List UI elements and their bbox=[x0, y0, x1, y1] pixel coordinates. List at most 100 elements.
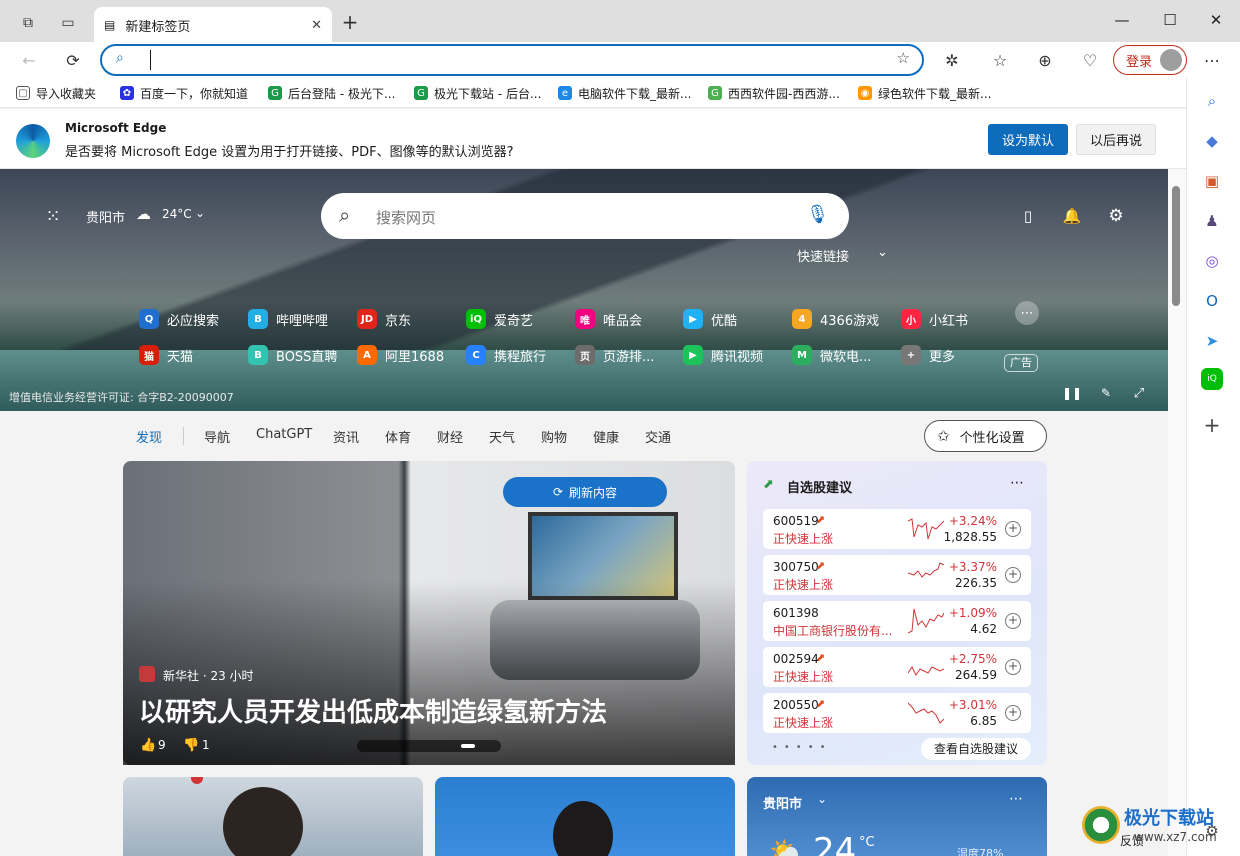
scrollbar-thumb[interactable] bbox=[1172, 186, 1180, 306]
chevron-down-icon[interactable]: ⌄ bbox=[195, 206, 205, 220]
set-default-button[interactable]: 设为默认 bbox=[988, 124, 1068, 155]
hero-temp[interactable]: 24°C bbox=[162, 207, 192, 221]
quick-link-tile[interactable]: Q 必应搜索 bbox=[139, 307, 219, 331]
weather-more-icon[interactable]: ⋯ bbox=[1009, 791, 1023, 807]
quick-link-tile[interactable]: C 携程旅行 bbox=[466, 343, 546, 367]
iqiyi-icon[interactable]: iQ bbox=[1201, 368, 1223, 390]
new-tab-button[interactable]: + bbox=[338, 10, 362, 34]
tab-actions-icon[interactable]: ▭ bbox=[54, 9, 82, 37]
nav-discover[interactable]: 发现 bbox=[136, 427, 162, 446]
quick-link-tile[interactable]: 小小红书 bbox=[901, 307, 968, 331]
bookmark-item[interactable]: G 西西软件园-西西游... bbox=[708, 84, 840, 102]
quick-link-tile[interactable]: B BOSS直聘 bbox=[248, 343, 337, 367]
nav-item[interactable]: 导航 bbox=[204, 427, 230, 446]
browser-essentials-icon[interactable]: ♡ bbox=[1075, 46, 1105, 74]
apps-grid-icon[interactable]: ⁙ bbox=[40, 203, 66, 229]
quick-link-tile[interactable]: ▶ 优酷 bbox=[683, 307, 737, 331]
microphone-icon[interactable]: 🎙 bbox=[806, 204, 829, 225]
nav-item[interactable]: ChatGPT bbox=[256, 427, 312, 442]
personalize-button[interactable]: ✩ 个性化设置 bbox=[924, 420, 1047, 452]
collections-icon[interactable]: ⊕ bbox=[1030, 46, 1060, 74]
nav-item[interactable]: 健康 bbox=[593, 427, 619, 446]
back-icon[interactable]: ← bbox=[14, 46, 44, 74]
quick-links-label[interactable]: 快速链接 bbox=[797, 246, 849, 265]
address-bar[interactable]: ⌕ ☆ bbox=[100, 44, 924, 76]
quick-link-tile[interactable]: B 哔哩哔哩 bbox=[248, 307, 328, 331]
quick-link-tile[interactable]: ▶ 腾讯视频 bbox=[683, 343, 763, 367]
more-tiles-icon[interactable]: ⋯ bbox=[1015, 301, 1039, 325]
stock-row[interactable]: 002594 ⬈ 正快速上涨 +2.75% 264.59 + bbox=[763, 647, 1031, 687]
outlook-icon[interactable]: O bbox=[1198, 288, 1226, 314]
quick-link-tile[interactable]: 页页游排... bbox=[575, 343, 654, 367]
license-text[interactable]: 增值电信业务经营许可证: 合字B2-20090007 bbox=[9, 389, 234, 405]
copilot-icon[interactable]: ◎ bbox=[1198, 248, 1226, 274]
stock-row[interactable]: 200550 ⬈ 正快速上涨 +3.01% 6.85 + bbox=[763, 693, 1031, 733]
workspaces-icon[interactable]: ⧉ bbox=[14, 9, 42, 37]
expand-icon[interactable]: ⤢ bbox=[1130, 384, 1148, 402]
add-favorite-icon[interactable]: ☆ bbox=[897, 49, 910, 67]
web-search-box[interactable]: ⌕ 搜索网页 🎙 bbox=[321, 193, 849, 239]
nav-item[interactable]: 资讯 bbox=[333, 427, 359, 446]
shopping-tag-icon[interactable]: ◆ bbox=[1198, 128, 1226, 154]
tab-new[interactable]: ▤ 新建标签页 ✕ bbox=[94, 7, 332, 43]
quick-link-tile[interactable]: JD 京东 bbox=[357, 307, 411, 331]
send-icon[interactable]: ➤ bbox=[1198, 328, 1226, 354]
login-button[interactable]: 登录 bbox=[1113, 45, 1187, 75]
stock-row[interactable]: 600519 ⬈ 正快速上涨 +3.24% 1,828.55 + bbox=[763, 509, 1031, 549]
nav-item[interactable]: 天气 bbox=[489, 427, 515, 446]
bookmark-item[interactable]: G 极光下载站 - 后台... bbox=[414, 84, 541, 102]
tools-icon[interactable]: ▣ bbox=[1198, 168, 1226, 194]
weather-card[interactable]: 贵阳市 ⌄ ⋯ ⛅ 24 °C 湿度78% bbox=[747, 777, 1047, 856]
add-stock-icon[interactable]: + bbox=[1005, 705, 1021, 721]
stock-row[interactable]: 601398 中国工商银行股份有... +1.09% 4.62 + bbox=[763, 601, 1031, 641]
chevron-down-icon[interactable]: ⌄ bbox=[817, 792, 827, 806]
add-stock-icon[interactable]: + bbox=[1005, 521, 1021, 537]
favorites-icon[interactable]: ☆ bbox=[985, 46, 1015, 74]
close-window-button[interactable]: ✕ bbox=[1192, 0, 1240, 40]
feature-headline[interactable]: 以研究人员开发出低成本制造绿氢新方法 bbox=[139, 692, 607, 729]
bookmark-item[interactable]: G 后台登陆 - 极光下... bbox=[268, 84, 395, 102]
quick-link-tile[interactable]: A 阿里1688 bbox=[357, 343, 444, 367]
like-icon[interactable]: 👍 bbox=[140, 738, 156, 753]
bookmark-import[interactable]: ▢ 导入收藏夹 bbox=[16, 84, 96, 102]
nav-item[interactable]: 交通 bbox=[645, 427, 671, 446]
later-button[interactable]: 以后再说 bbox=[1076, 124, 1156, 155]
add-stock-icon[interactable]: + bbox=[1005, 567, 1021, 583]
stock-row[interactable]: 300750 ⬈ 正快速上涨 +3.37% 226.35 + bbox=[763, 555, 1031, 595]
news-source[interactable]: 新华社 · 23 小时 bbox=[163, 667, 254, 684]
search-input[interactable]: 搜索网页 bbox=[376, 207, 436, 228]
bookmark-item[interactable]: ◉ 绿色软件下载_最新... bbox=[858, 84, 991, 102]
quick-link-tile[interactable]: 猫天猫 bbox=[139, 343, 193, 367]
address-input[interactable] bbox=[150, 50, 850, 70]
games-icon[interactable]: ♟ bbox=[1198, 208, 1226, 234]
add-stock-icon[interactable]: + bbox=[1005, 659, 1021, 675]
refresh-content-button[interactable]: ⟳ 刷新内容 bbox=[503, 477, 667, 507]
nav-item[interactable]: 体育 bbox=[385, 427, 411, 446]
dislike-icon[interactable]: 👎 bbox=[183, 738, 199, 753]
view-stocks-button[interactable]: 查看自选股建议 bbox=[921, 738, 1031, 760]
minimize-button[interactable]: — bbox=[1098, 0, 1146, 40]
stocks-more-icon[interactable]: ⋯ bbox=[1010, 475, 1024, 491]
quick-link-tile[interactable]: 唯唯品会 bbox=[575, 307, 642, 331]
phone-icon[interactable]: ▯ bbox=[1016, 204, 1040, 228]
more-menu-icon[interactable]: ⋯ bbox=[1197, 46, 1227, 74]
news-card[interactable] bbox=[123, 777, 423, 856]
carousel-dots[interactable] bbox=[357, 740, 501, 752]
nav-item[interactable]: 购物 bbox=[541, 427, 567, 446]
stock-page-dots[interactable]: ••••• bbox=[772, 742, 832, 753]
search-icon[interactable]: ⌕ bbox=[1198, 88, 1226, 114]
bookmark-item[interactable]: e 电脑软件下载_最新... bbox=[558, 84, 691, 102]
quick-link-tile[interactable]: iQ 爱奇艺 bbox=[466, 307, 533, 331]
pause-icon[interactable]: ❚❚ bbox=[1062, 384, 1082, 402]
news-card[interactable] bbox=[435, 777, 735, 856]
settings-icon[interactable]: ⚙ bbox=[1104, 204, 1128, 228]
notifications-icon[interactable]: 🔔 bbox=[1060, 204, 1084, 228]
hero-city[interactable]: 贵阳市 bbox=[86, 207, 125, 226]
edit-background-icon[interactable]: ✎ bbox=[1097, 384, 1115, 402]
maximize-button[interactable]: ☐ bbox=[1146, 0, 1194, 40]
nav-item[interactable]: 财经 bbox=[437, 427, 463, 446]
bookmark-item[interactable]: ✿ 百度一下，你就知道 bbox=[120, 84, 248, 102]
add-sidebar-icon[interactable]: + bbox=[1198, 412, 1226, 438]
extensions-icon[interactable]: ✲ bbox=[937, 46, 967, 74]
quick-link-tile[interactable]: + 更多 bbox=[901, 343, 955, 367]
